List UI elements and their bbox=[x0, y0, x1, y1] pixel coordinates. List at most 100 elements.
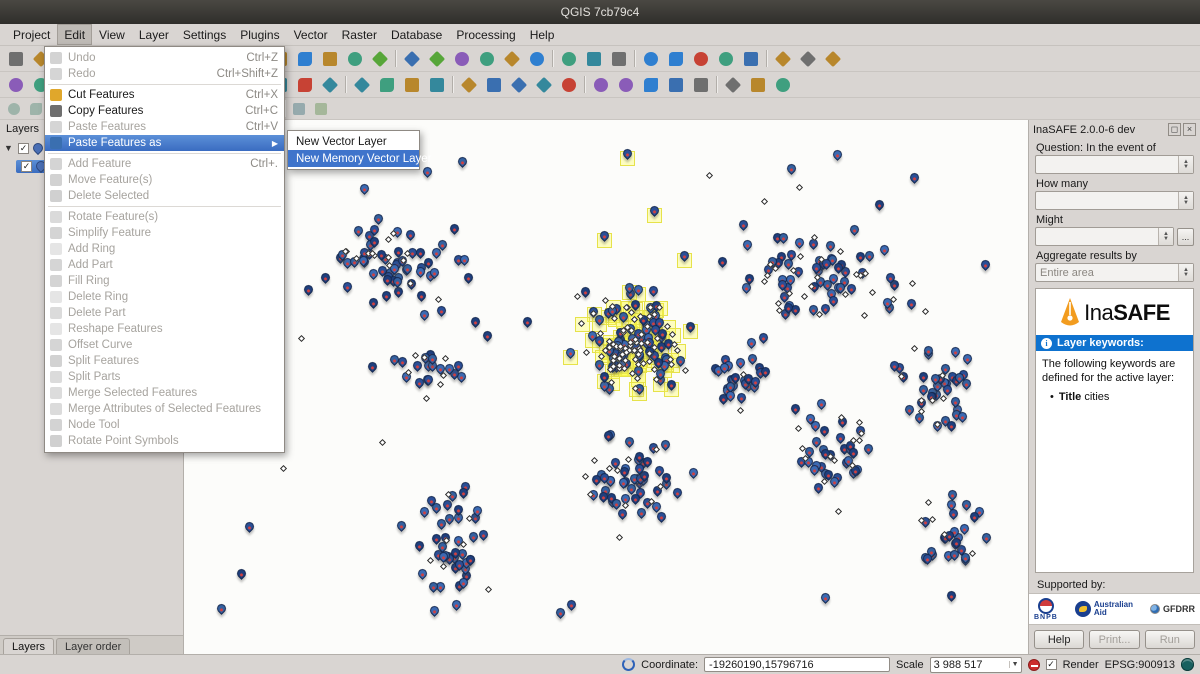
offset-curve-tool-icon[interactable] bbox=[310, 99, 332, 118]
show-bookmarks-icon[interactable] bbox=[688, 47, 713, 70]
menu-item-delete-selected[interactable]: Delete Selected bbox=[45, 188, 284, 204]
search-layers-icon[interactable] bbox=[588, 73, 613, 96]
map-pin-marker[interactable] bbox=[243, 520, 256, 533]
measure-angle-icon[interactable] bbox=[606, 47, 631, 70]
menu-vector[interactable]: Vector bbox=[287, 24, 335, 45]
menu-item-fill-ring[interactable]: Fill Ring bbox=[45, 273, 284, 289]
menu-item-paste-features[interactable]: Paste FeaturesCtrl+V bbox=[45, 119, 284, 135]
menu-processing[interactable]: Processing bbox=[449, 24, 522, 45]
map-pin-marker[interactable] bbox=[235, 567, 248, 580]
stop-render-icon[interactable] bbox=[1028, 659, 1040, 671]
menu-edit[interactable]: Edit bbox=[57, 24, 92, 45]
measure-area-icon[interactable] bbox=[581, 47, 606, 70]
window-titlebar[interactable]: QGIS 7cb79c4 bbox=[0, 0, 1200, 24]
function-select[interactable]: ▲▼ bbox=[1035, 227, 1174, 246]
chevron-updown-icon[interactable]: ▲▼ bbox=[1158, 228, 1173, 245]
map-diamond-marker[interactable] bbox=[485, 586, 492, 593]
map-pin-marker[interactable] bbox=[904, 403, 917, 416]
select-by-expression-icon[interactable] bbox=[449, 47, 474, 70]
map-diamond-marker[interactable] bbox=[411, 352, 418, 359]
processing-toolbox-icon[interactable] bbox=[374, 73, 399, 96]
map-pin-marker[interactable] bbox=[352, 224, 365, 237]
map-pin-marker[interactable] bbox=[659, 438, 672, 451]
python-plugin-icon[interactable] bbox=[399, 73, 424, 96]
chevron-updown-icon[interactable]: ▲▼ bbox=[1178, 264, 1193, 281]
menu-item-offset-curve[interactable]: Offset Curve bbox=[45, 337, 284, 353]
map-pin-marker[interactable] bbox=[917, 370, 930, 383]
new-spatialite-layer-icon[interactable] bbox=[292, 73, 317, 96]
help-contents-icon[interactable] bbox=[820, 47, 845, 70]
map-pin-marker[interactable] bbox=[687, 466, 700, 479]
map-diamond-marker[interactable] bbox=[616, 534, 623, 541]
map-canvas[interactable] bbox=[184, 120, 1028, 654]
menu-item-add-ring[interactable]: Add Ring bbox=[45, 241, 284, 257]
sum-line-lengths-icon[interactable] bbox=[720, 73, 745, 96]
map-pin-marker[interactable] bbox=[717, 256, 730, 269]
map-diamond-marker[interactable] bbox=[835, 508, 842, 515]
map-pin-marker[interactable] bbox=[745, 336, 758, 349]
map-diamond-marker[interactable] bbox=[442, 355, 449, 362]
help-button[interactable]: Help bbox=[1034, 630, 1084, 649]
map-diamond-marker[interactable] bbox=[869, 289, 876, 296]
map-pin-marker[interactable] bbox=[395, 519, 408, 532]
map-diamond-marker[interactable] bbox=[737, 407, 744, 414]
inasafe-impact-merge-icon[interactable] bbox=[556, 73, 581, 96]
menu-item-merge-selected-features[interactable]: Merge Selected Features bbox=[45, 385, 284, 401]
map-diamond-marker[interactable] bbox=[583, 349, 590, 356]
map-diamond-marker[interactable] bbox=[439, 372, 446, 379]
add-vector-layer-icon[interactable] bbox=[3, 73, 28, 96]
field-calculator-icon[interactable] bbox=[524, 47, 549, 70]
menu-settings[interactable]: Settings bbox=[176, 24, 233, 45]
coordinate-capture-icon[interactable] bbox=[613, 73, 638, 96]
map-pin-marker[interactable] bbox=[469, 315, 482, 328]
map-pin-marker[interactable] bbox=[372, 212, 385, 225]
chevron-updown-icon[interactable]: ▲▼ bbox=[1178, 192, 1193, 209]
map-diamond-marker[interactable] bbox=[796, 184, 803, 191]
map-diamond-marker[interactable] bbox=[582, 473, 589, 480]
map-pin-marker[interactable] bbox=[960, 498, 973, 511]
new-bookmark-icon[interactable] bbox=[663, 47, 688, 70]
layer-checkbox[interactable]: ✓ bbox=[21, 161, 32, 172]
tab-layer-order[interactable]: Layer order bbox=[56, 638, 130, 654]
map-diamond-marker[interactable] bbox=[925, 499, 932, 506]
map-pin-marker[interactable] bbox=[367, 296, 380, 309]
map-pin-marker[interactable] bbox=[477, 528, 490, 541]
inasafe-minimum-needs-icon[interactable] bbox=[531, 73, 556, 96]
map-pin-marker[interactable] bbox=[404, 229, 417, 242]
enable-tracing-icon[interactable] bbox=[288, 99, 310, 118]
menu-item-add-part[interactable]: Add Part bbox=[45, 257, 284, 273]
map-diamond-marker[interactable] bbox=[625, 456, 632, 463]
map-diamond-marker[interactable] bbox=[279, 465, 286, 472]
map-diamond-marker[interactable] bbox=[423, 395, 430, 402]
map-pin-marker[interactable] bbox=[945, 420, 958, 433]
map-diamond-marker[interactable] bbox=[427, 557, 434, 564]
map-tips-icon[interactable] bbox=[638, 47, 663, 70]
tab-layers[interactable]: Layers bbox=[3, 638, 54, 654]
map-pin-marker[interactable] bbox=[849, 224, 862, 237]
new-project-icon[interactable] bbox=[3, 47, 28, 70]
menu-item-rotate-point-symbols[interactable]: Rotate Point Symbols bbox=[45, 433, 284, 449]
map-pin-marker[interactable] bbox=[448, 222, 461, 235]
map-pin-marker[interactable] bbox=[522, 315, 535, 328]
zoom-to-layer-icon[interactable] bbox=[292, 47, 317, 70]
menu-item-redo[interactable]: RedoCtrl+Shift+Z bbox=[45, 66, 284, 82]
map-diamond-marker[interactable] bbox=[437, 381, 444, 388]
menu-item-merge-attributes-of-selected-features[interactable]: Merge Attributes of Selected Features bbox=[45, 401, 284, 417]
points-in-polygon-icon[interactable] bbox=[745, 73, 770, 96]
map-pin-marker[interactable] bbox=[945, 590, 958, 603]
close-panel-icon[interactable]: × bbox=[1183, 123, 1196, 136]
crs-status-icon[interactable] bbox=[1181, 658, 1194, 671]
map-pin-marker[interactable] bbox=[741, 238, 754, 251]
menu-item-delete-ring[interactable]: Delete Ring bbox=[45, 289, 284, 305]
map-diamond-marker[interactable] bbox=[591, 457, 598, 464]
map-pin-marker[interactable] bbox=[946, 488, 959, 501]
menu-item-simplify-feature[interactable]: Simplify Feature bbox=[45, 225, 284, 241]
map-pin-marker[interactable] bbox=[757, 331, 770, 344]
map-pin-marker[interactable] bbox=[736, 391, 749, 404]
python-console-icon[interactable] bbox=[795, 47, 820, 70]
menu-item-split-parts[interactable]: Split Parts bbox=[45, 369, 284, 385]
map-pin-marker[interactable] bbox=[862, 442, 875, 455]
submenu-item-new-vector-layer[interactable]: New Vector Layer bbox=[288, 133, 419, 150]
map-pin-marker[interactable] bbox=[873, 198, 886, 211]
coordinate-input[interactable]: -19260190,15796716 bbox=[704, 657, 890, 672]
